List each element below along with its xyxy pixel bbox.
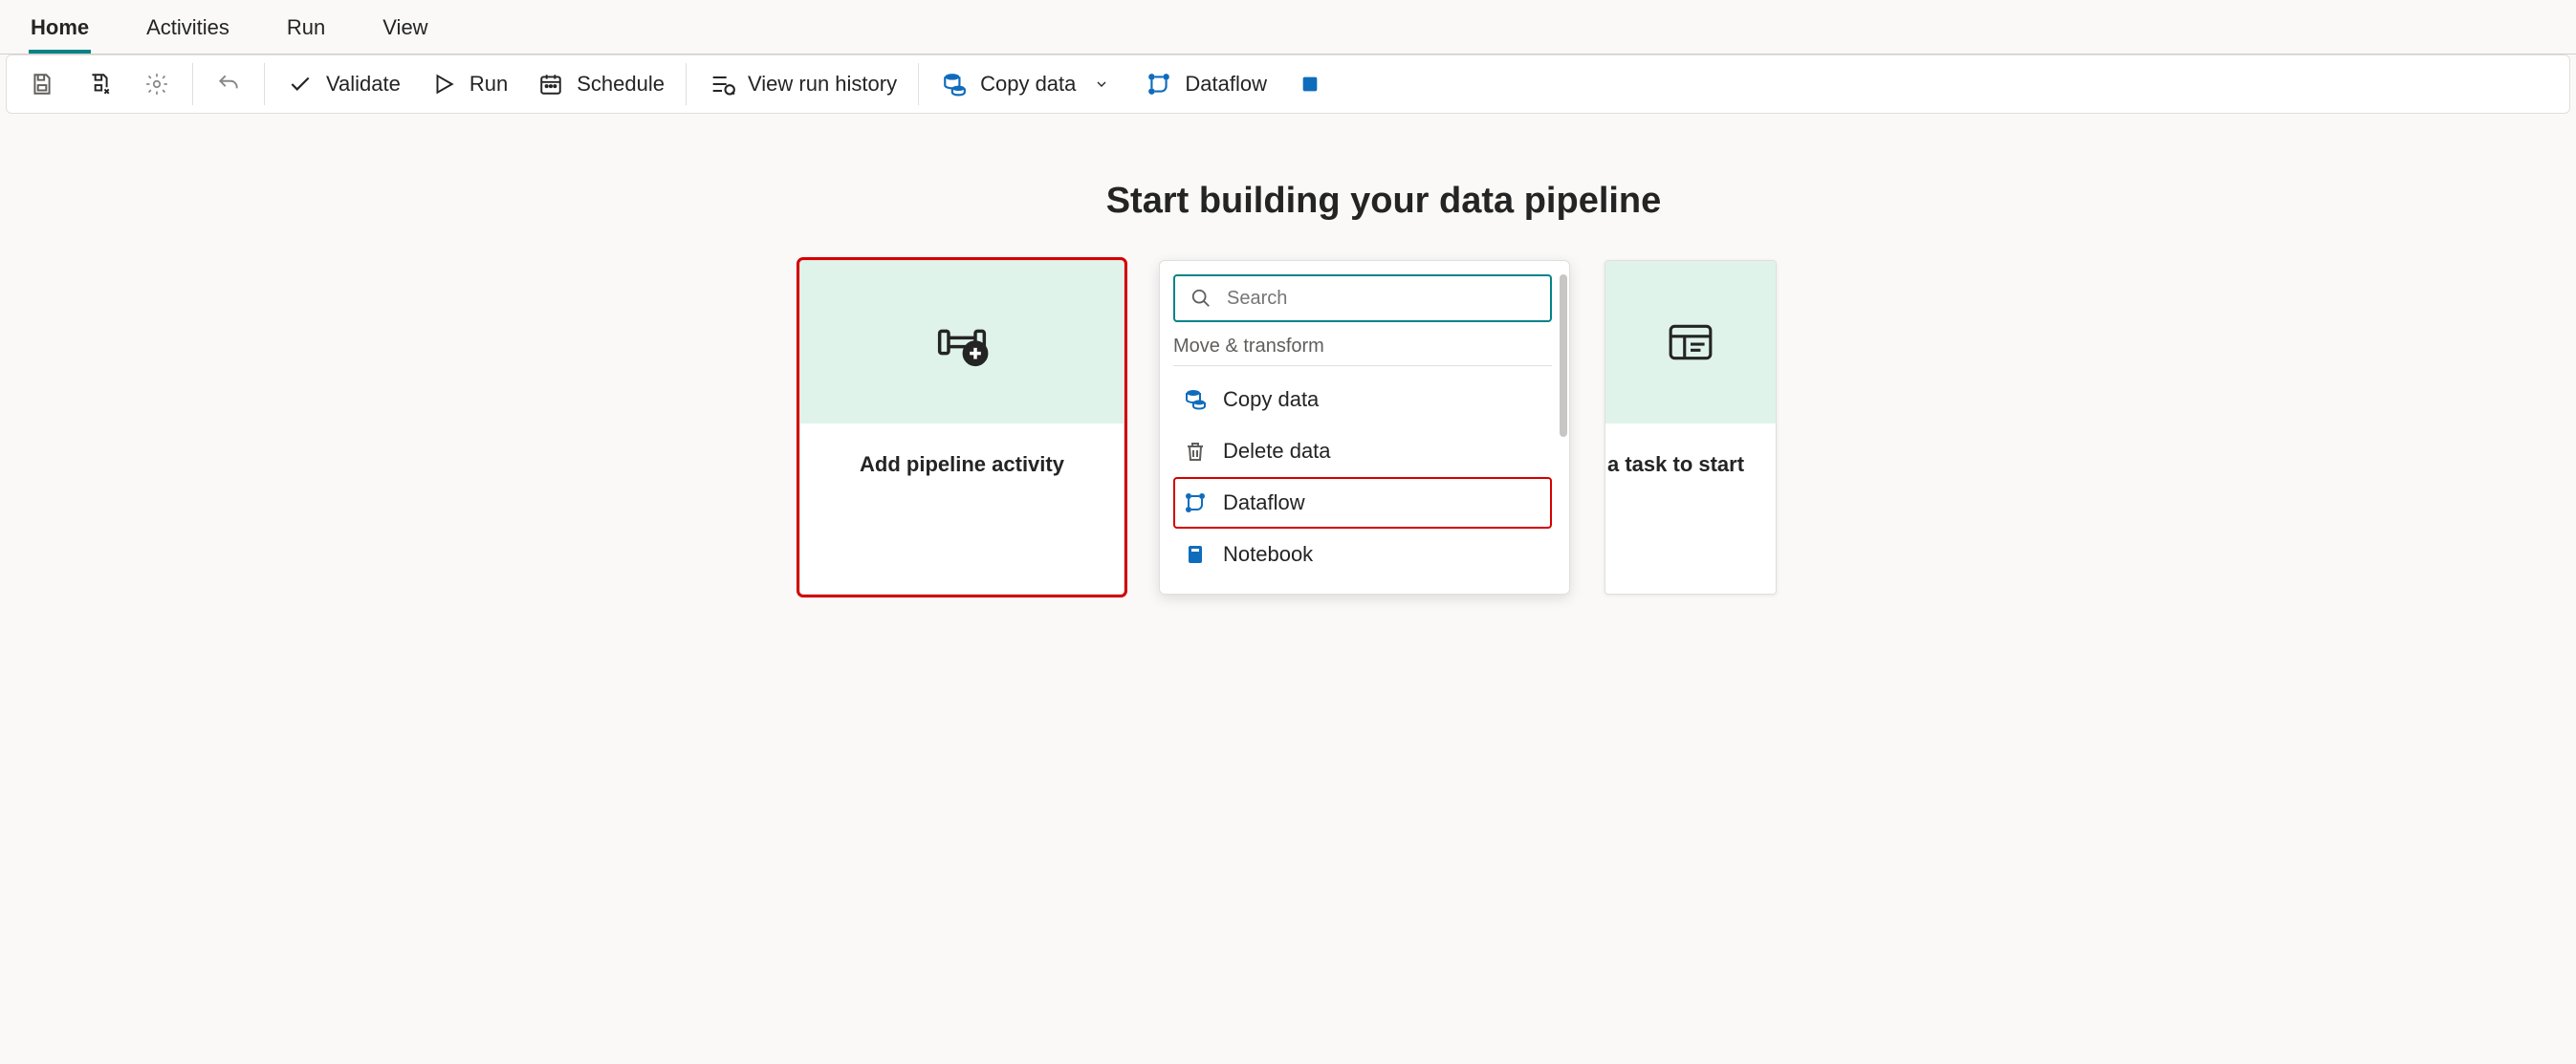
notebook-icon xyxy=(1181,540,1210,569)
schedule-label: Schedule xyxy=(577,72,665,97)
cards-row: Add pipeline activity Move & transform C… xyxy=(57,260,2519,595)
save-button[interactable] xyxy=(20,66,64,102)
toolbar: Validate Run Schedule View run history C… xyxy=(6,54,2570,114)
dataflow-icon xyxy=(1181,489,1210,517)
popup-item-label: Copy data xyxy=(1223,387,1319,412)
scrollbar-thumb[interactable] xyxy=(1560,274,1567,437)
toolbar-sep xyxy=(264,63,265,105)
choose-task-card[interactable]: a task to start xyxy=(1605,260,1777,595)
card-illustration xyxy=(800,261,1124,423)
toolbar-sep xyxy=(192,63,193,105)
search-box[interactable] xyxy=(1173,274,1552,322)
popup-item-dataflow[interactable]: Dataflow xyxy=(1173,477,1552,529)
card-label: Add pipeline activity xyxy=(800,423,1124,506)
history-list-icon xyxy=(708,70,736,98)
toolbar-sep xyxy=(686,63,687,105)
tab-run[interactable]: Run xyxy=(285,10,327,54)
popup-item-delete-data[interactable]: Delete data xyxy=(1173,425,1552,477)
template-icon xyxy=(1667,318,1714,366)
popup-item-label: Delete data xyxy=(1223,439,1331,464)
chevron-down-icon xyxy=(1087,70,1116,98)
validate-button[interactable]: Validate xyxy=(278,66,408,102)
activity-block-icon xyxy=(1296,70,1324,98)
validate-label: Validate xyxy=(326,72,401,97)
toolbar-sep xyxy=(918,63,919,105)
save-pencil-icon xyxy=(85,70,114,98)
canvas: Start building your data pipeline Add pi… xyxy=(0,114,2576,633)
save-icon xyxy=(28,70,56,98)
dataflow-label: Dataflow xyxy=(1185,72,1267,97)
dataflow-icon xyxy=(1145,70,1173,98)
search-icon xyxy=(1187,284,1215,313)
play-icon xyxy=(429,70,458,98)
save-as-button[interactable] xyxy=(77,66,121,102)
schedule-button[interactable]: Schedule xyxy=(529,66,672,102)
popup-item-notebook[interactable]: Notebook xyxy=(1173,529,1552,580)
database-icon xyxy=(940,70,969,98)
more-activity-button[interactable] xyxy=(1288,66,1332,102)
add-pipeline-activity-card[interactable]: Add pipeline activity xyxy=(799,260,1124,595)
popup-item-copy-data[interactable]: Copy data xyxy=(1173,374,1552,425)
card-illustration xyxy=(1605,261,1776,423)
undo-icon xyxy=(214,70,243,98)
activity-picker-popup: Move & transform Copy data Delete data D… xyxy=(1159,260,1570,595)
copy-data-label: Copy data xyxy=(980,72,1076,97)
gear-icon xyxy=(142,70,171,98)
check-icon xyxy=(286,70,315,98)
pipeline-plus-icon xyxy=(935,315,989,369)
card-label: a task to start xyxy=(1605,423,1776,506)
dataflow-button[interactable]: Dataflow xyxy=(1137,66,1275,102)
run-button[interactable]: Run xyxy=(422,66,515,102)
database-icon xyxy=(1181,385,1210,414)
ribbon-tabs: Home Activities Run View xyxy=(0,0,2576,54)
view-run-history-button[interactable]: View run history xyxy=(700,66,905,102)
popup-item-label: Notebook xyxy=(1223,542,1313,567)
calendar-icon xyxy=(536,70,565,98)
view-run-history-label: View run history xyxy=(748,72,897,97)
tab-activities[interactable]: Activities xyxy=(144,10,231,54)
settings-button[interactable] xyxy=(135,66,179,102)
trash-icon xyxy=(1181,437,1210,466)
activity-group-label: Move & transform xyxy=(1173,336,1552,366)
popup-item-label: Dataflow xyxy=(1223,490,1305,515)
tab-home[interactable]: Home xyxy=(29,10,91,54)
search-input[interactable] xyxy=(1225,287,1539,311)
run-label: Run xyxy=(469,72,508,97)
undo-button[interactable] xyxy=(207,66,251,102)
copy-data-button[interactable]: Copy data xyxy=(932,66,1124,102)
page-title: Start building your data pipeline xyxy=(57,181,2519,222)
tab-view[interactable]: View xyxy=(381,10,429,54)
